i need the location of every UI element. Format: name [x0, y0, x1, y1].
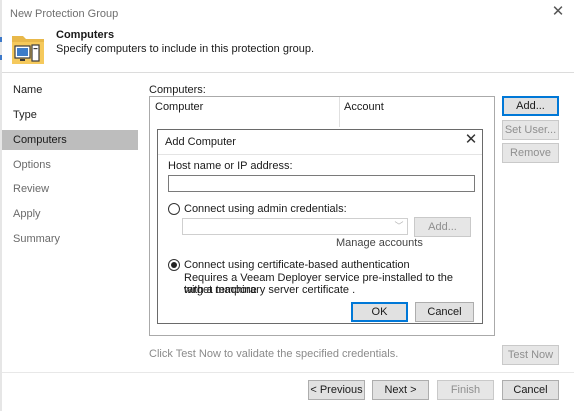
dialog-cancel-button[interactable]: Cancel — [415, 302, 474, 322]
certificate-auth-label[interactable]: Connect using certificate-based authenti… — [184, 259, 410, 271]
admin-credentials-label[interactable]: Connect using admin credentials: — [184, 203, 347, 215]
add-credentials-button: Add... — [414, 217, 471, 237]
computers-label: Computers: — [149, 84, 206, 96]
host-label: Host name or IP address: — [168, 160, 293, 172]
nav-item-type[interactable]: Type — [2, 105, 138, 125]
test-hint-text: Click Test Now to validate the specified… — [149, 348, 399, 360]
divider — [158, 154, 482, 155]
admin-credentials-radio[interactable] — [168, 203, 180, 215]
nav-item-name[interactable]: Name — [2, 80, 138, 100]
step-title: Computers — [56, 29, 115, 41]
nav-item-review: Review — [13, 183, 50, 195]
nav-item-apply: Apply — [13, 208, 41, 220]
certificate-description-line2: with a temporary server certificate . — [184, 284, 356, 296]
credentials-dropdown: ﹀ — [182, 218, 408, 235]
nav-item-summary: Summary — [13, 233, 61, 245]
column-header-computer[interactable]: Computer — [150, 97, 203, 117]
previous-button[interactable]: < Previous — [308, 380, 365, 400]
manage-accounts-link[interactable]: Manage accounts — [336, 237, 423, 249]
divider — [2, 372, 574, 373]
nav-item-computers[interactable]: Computers — [2, 130, 138, 150]
computer-folder-icon — [12, 36, 44, 64]
window-title: New Protection Group — [10, 8, 119, 20]
close-icon[interactable]: ✕ — [551, 4, 565, 19]
step-subtitle: Specify computers to include in this pro… — [56, 43, 315, 55]
cancel-button[interactable]: Cancel — [502, 380, 559, 400]
ok-button[interactable]: OK — [351, 302, 408, 322]
close-icon[interactable]: ✕ — [464, 132, 478, 147]
edge-fragment — [0, 37, 2, 42]
dialog-title: Add Computer — [165, 136, 236, 148]
chevron-down-icon: ﹀ — [394, 221, 404, 231]
add-computer-button[interactable]: Add... — [502, 96, 559, 116]
column-header-account[interactable]: Account — [339, 97, 384, 117]
nav-item-options: Options — [13, 159, 51, 171]
divider — [2, 72, 574, 73]
next-button[interactable]: Next > — [372, 380, 429, 400]
test-now-button: Test Now — [502, 345, 559, 365]
host-input[interactable] — [168, 175, 475, 192]
edge-fragment — [0, 55, 2, 60]
set-user-button: Set User... — [502, 120, 559, 140]
add-computer-dialog: Add Computer ✕ Host name or IP address: … — [157, 129, 483, 324]
certificate-auth-radio[interactable] — [168, 259, 180, 271]
remove-button: Remove — [502, 143, 559, 163]
finish-button: Finish — [437, 380, 494, 400]
